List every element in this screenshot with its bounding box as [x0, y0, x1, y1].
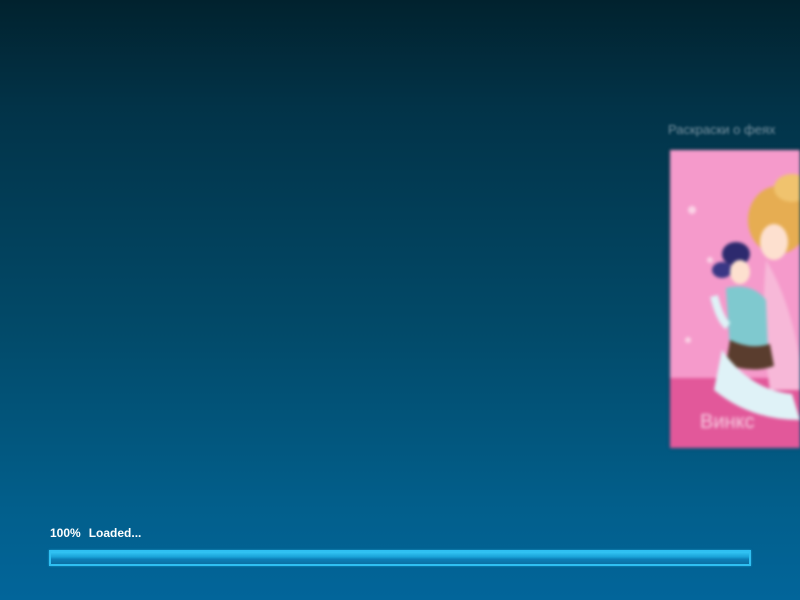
loader-status-label: Loaded...: [88, 526, 142, 540]
loading-progress-bar: [49, 550, 751, 566]
loader-percent: 100%: [50, 526, 81, 540]
promo-illustration-icon: [670, 150, 800, 448]
promo-image[interactable]: Винкс: [670, 150, 800, 448]
loader-status: 100% Loaded...: [50, 526, 141, 544]
promo-title: Винкс: [700, 411, 755, 433]
promo-caption: Раскраски о феях: [668, 122, 776, 137]
loading-progress-fill: [51, 552, 749, 564]
promo-card[interactable]: Раскраски о феях Винкс: [664, 118, 800, 450]
